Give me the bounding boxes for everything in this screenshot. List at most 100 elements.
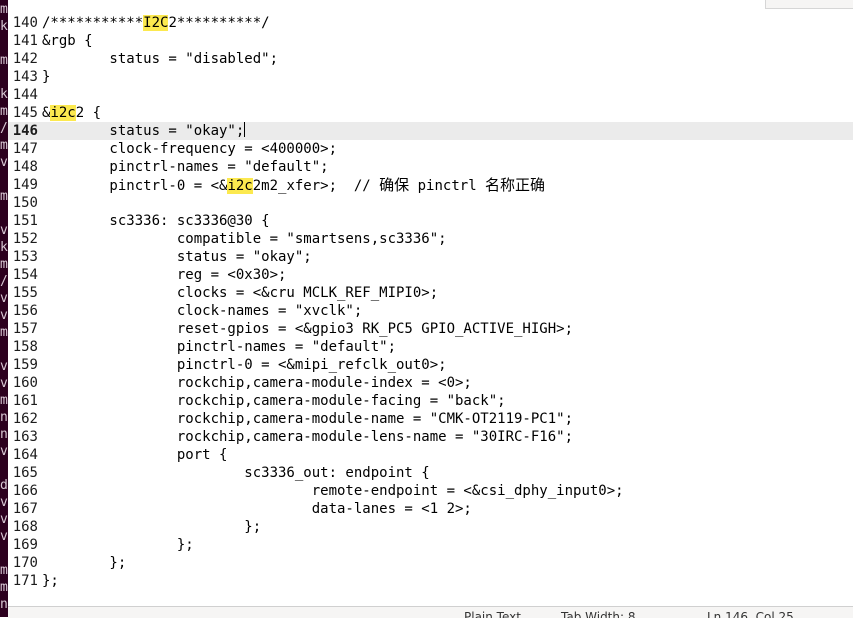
- line-code: reset-gpios = <&gpio3 RK_PC5 GPIO_ACTIVE…: [42, 320, 573, 338]
- code-editor[interactable]: 140/***********I2C2**********/141 &rgb {1…: [8, 14, 853, 606]
- line-number: 156: [12, 303, 38, 319]
- strip-glyph: /: [0, 121, 8, 136]
- code-text: port {: [42, 447, 228, 463]
- line-number: 147: [12, 141, 38, 157]
- line-number: 152: [12, 231, 38, 247]
- strip-glyph: m: [0, 325, 8, 340]
- line-code: sc3336: sc3336@30 {: [42, 212, 269, 230]
- code-line[interactable]: 169 };: [8, 536, 853, 554]
- code-line[interactable]: 171};: [8, 572, 853, 590]
- line-number: 162: [12, 411, 38, 427]
- code-line[interactable]: 167 data-lanes = <1 2>;: [8, 500, 853, 518]
- code-line[interactable]: 141 &rgb {: [8, 32, 853, 50]
- code-line[interactable]: 166 remote-endpoint = <&csi_dphy_input0>…: [8, 482, 853, 500]
- strip-glyph: m: [0, 138, 8, 153]
- code-line[interactable]: 163 rockchip,camera-module-lens-name = "…: [8, 428, 853, 446]
- code-line[interactable]: 149 pinctrl-0 = <&i2c2m2_xfer>; // 确保 pi…: [8, 176, 853, 194]
- code-line[interactable]: 146 status = "okay";: [8, 122, 853, 140]
- terminal-strip: m k m k m / m v m v k m / v v m v v m n n v d v v v m m n: [0, 0, 8, 617]
- line-number: 151: [12, 213, 38, 229]
- code-text: pinctrl: [409, 178, 486, 194]
- line-code: };: [42, 572, 59, 590]
- line-code: clock-frequency = <400000>;: [42, 140, 337, 158]
- line-number: 161: [12, 393, 38, 409]
- code-line[interactable]: 150: [8, 194, 853, 212]
- strip-glyph: v: [0, 512, 8, 527]
- line-number: 158: [12, 339, 38, 355]
- code-line[interactable]: 168 };: [8, 518, 853, 536]
- strip-glyph: v: [0, 223, 8, 238]
- line-number: 165: [12, 465, 38, 481]
- code-text: reg = <0x30>;: [42, 267, 287, 283]
- code-line[interactable]: 144: [8, 86, 853, 104]
- strip-glyph: n: [0, 427, 8, 442]
- code-line[interactable]: 147 clock-frequency = <400000>;: [8, 140, 853, 158]
- code-line[interactable]: 140/***********I2C2**********/: [8, 14, 853, 32]
- line-number: 141: [12, 33, 38, 49]
- line-number: 142: [12, 51, 38, 67]
- line-code: pinctrl-names = "default";: [42, 158, 328, 176]
- line-code: port {: [42, 446, 228, 464]
- code-line[interactable]: 156 clock-names = "xvclk";: [8, 302, 853, 320]
- search-match-highlight: I2C: [143, 15, 169, 31]
- code-text: clocks = <&cru MCLK_REF_MIPI0>;: [42, 285, 439, 301]
- line-number: 159: [12, 357, 38, 373]
- line-code: pinctrl-0 = <&i2c2m2_xfer>; // 确保 pinctr…: [42, 176, 545, 195]
- strip-glyph: /: [0, 274, 8, 289]
- strip-glyph: n: [0, 410, 8, 425]
- code-line[interactable]: 143}: [8, 68, 853, 86]
- code-line[interactable]: 165 sc3336_out: endpoint {: [8, 464, 853, 482]
- line-code: };: [42, 536, 194, 554]
- code-text: rockchip,camera-module-index = <0>;: [42, 375, 472, 391]
- line-code: }: [42, 68, 50, 86]
- strip-glyph: m: [0, 104, 8, 119]
- line-code: };: [42, 518, 261, 536]
- strip-glyph: m: [0, 393, 8, 408]
- line-code: status = "okay";: [42, 122, 246, 140]
- line-number: 164: [12, 447, 38, 463]
- code-text: reset-gpios = <&gpio3 RK_PC5 GPIO_ACTIVE…: [42, 321, 574, 337]
- code-line[interactable]: 154 reg = <0x30>;: [8, 266, 853, 284]
- code-line[interactable]: 158 pinctrl-names = "default";: [8, 338, 853, 356]
- code-line[interactable]: 155 clocks = <&cru MCLK_REF_MIPI0>;: [8, 284, 853, 302]
- code-text: remote-endpoint = <&csi_dphy_input0>;: [42, 483, 624, 499]
- line-number: 144: [12, 87, 38, 103]
- code-line[interactable]: 145 &i2c2 {: [8, 104, 853, 122]
- code-line[interactable]: 142 status = "disabled";: [8, 50, 853, 68]
- line-number: 149: [12, 177, 38, 193]
- line-number: 171: [12, 573, 38, 589]
- code-line[interactable]: 160 rockchip,camera-module-index = <0>;: [8, 374, 853, 392]
- code-text: };: [42, 537, 194, 553]
- code-line[interactable]: 152 compatible = "smartsens,sc3336";: [8, 230, 853, 248]
- code-text: };: [42, 555, 127, 571]
- code-line[interactable]: 148 pinctrl-names = "default";: [8, 158, 853, 176]
- code-text: 名称正确: [485, 176, 546, 194]
- strip-glyph: n: [0, 597, 8, 612]
- strip-glyph: m: [0, 580, 8, 595]
- strip-glyph: m: [0, 257, 8, 272]
- text-cursor: [244, 122, 246, 137]
- search-match-highlight: i2c: [227, 178, 253, 194]
- code-text: &rgb {: [42, 33, 93, 49]
- code-text: status = "disabled";: [42, 51, 279, 67]
- strip-glyph: v: [0, 359, 8, 374]
- line-number: 143: [12, 69, 38, 85]
- code-line[interactable]: 159 pinctrl-0 = <&mipi_refclk_out0>;: [8, 356, 853, 374]
- code-line[interactable]: 164 port {: [8, 446, 853, 464]
- code-line[interactable]: 153 status = "okay";: [8, 248, 853, 266]
- line-code: clock-names = "xvclk";: [42, 302, 362, 320]
- code-text: pinctrl-0 = <&: [42, 178, 228, 194]
- line-number: 160: [12, 375, 38, 391]
- code-line[interactable]: 151 sc3336: sc3336@30 {: [8, 212, 853, 230]
- strip-glyph: m: [0, 189, 8, 204]
- code-text: pinctrl-0 = <&mipi_refclk_out0>;: [42, 357, 447, 373]
- line-code: rockchip,camera-module-index = <0>;: [42, 374, 472, 392]
- code-line[interactable]: 161 rockchip,camera-module-facing = "bac…: [8, 392, 853, 410]
- code-line[interactable]: 170 };: [8, 554, 853, 572]
- strip-glyph: m: [0, 2, 8, 17]
- code-line[interactable]: 157 reset-gpios = <&gpio3 RK_PC5 GPIO_AC…: [8, 320, 853, 338]
- code-text: clock-frequency = <400000>;: [42, 141, 338, 157]
- code-line[interactable]: 162 rockchip,camera-module-name = "CMK-O…: [8, 410, 853, 428]
- line-code: rockchip,camera-module-name = "CMK-OT211…: [42, 410, 573, 428]
- strip-glyph: v: [0, 529, 8, 544]
